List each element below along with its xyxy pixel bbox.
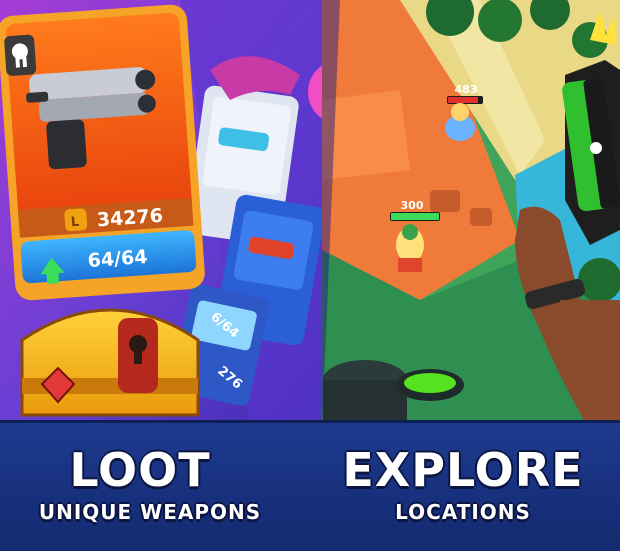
- promo-artwork: 6/64 276 L 34276 64/64 483 300: [0, 0, 620, 430]
- enemy-health: 483: [455, 83, 478, 96]
- loot-title: LOOT: [69, 443, 211, 497]
- weapon-type-badge: [4, 34, 37, 76]
- player-health: 300: [401, 199, 424, 212]
- treasure-chest-icon: [20, 308, 200, 417]
- svg-text:L: L: [70, 215, 79, 231]
- explore-title: EXPLORE: [342, 443, 584, 497]
- loot-subtitle: UNIQUE WEAPONS: [38, 500, 262, 524]
- weapon-level: 64/64: [87, 246, 148, 272]
- coin-value: 34276: [96, 205, 163, 232]
- weapon-card[interactable]: L 34276 64/64: [0, 4, 206, 302]
- explore-subtitle: LOCATIONS: [395, 500, 531, 524]
- game-promo-screenshot: 6/64 276 L 34276 64/64 483 300 LOOT UNIQ…: [0, 0, 620, 551]
